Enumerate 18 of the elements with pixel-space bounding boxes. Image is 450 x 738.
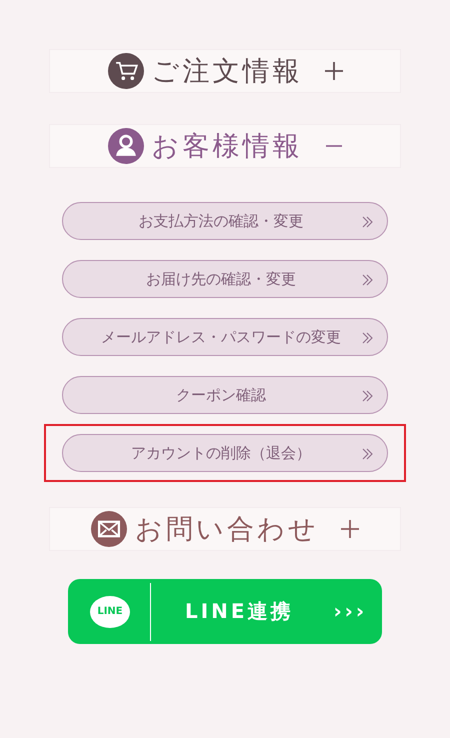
section-title: お問い合わせ xyxy=(135,513,319,547)
line-logo: LINE xyxy=(90,596,130,628)
section-header[interactable]: ご注文情報 xyxy=(50,50,400,92)
section-title: お客様情報 xyxy=(152,130,302,164)
double-chevron-icon xyxy=(361,389,375,403)
double-chevron-icon xyxy=(361,331,375,345)
section-title: ご注文情報 xyxy=(152,55,302,89)
section-header[interactable]: お問い合わせ xyxy=(50,508,400,550)
menu-button[interactable]: クーポン確認 xyxy=(62,376,388,414)
menu-button[interactable]: お支払方法の確認・変更 xyxy=(62,202,388,240)
double-chevron-icon xyxy=(361,273,375,287)
menu-button[interactable]: アカウントの削除（退会） xyxy=(62,434,388,472)
menu-button[interactable]: お届け先の確認・変更 xyxy=(62,260,388,298)
line-button[interactable]: LINE LINE連携 ››› xyxy=(68,579,382,644)
double-chevron-icon xyxy=(361,447,375,461)
section-header[interactable]: お客様情報 xyxy=(50,125,400,167)
menu-button[interactable]: メールアドレス・パスワードの変更 xyxy=(62,318,388,356)
double-chevron-icon xyxy=(361,215,375,229)
